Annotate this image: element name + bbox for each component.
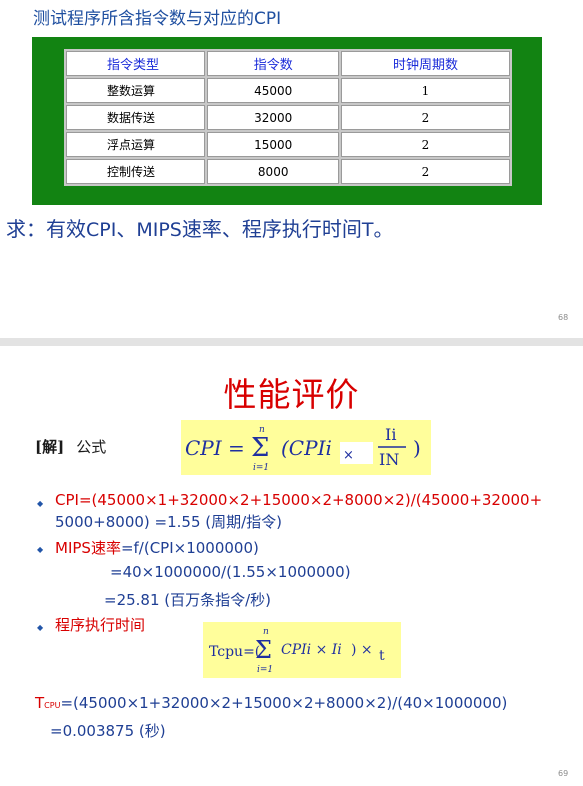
cell-cycles: 2 <box>340 159 510 184</box>
question-text: 求：有效CPI、MIPS速率、程序执行时间T。 <box>6 213 393 242</box>
tcpu-close: ) × <box>351 642 373 658</box>
times-sign: × <box>343 448 354 463</box>
cell-cycles: 2 <box>340 105 510 130</box>
tcpu-t: t <box>379 648 385 664</box>
bullet-icon: ◆ <box>37 623 44 632</box>
question-cpi: CPI <box>86 219 117 241</box>
cell-type: 控制传送 <box>66 159 206 184</box>
tcpu-formula: Tcpu=( n Σ i=1 CPIi × Ii ) × t <box>209 627 385 675</box>
solution-label: [解] <box>35 438 65 456</box>
question-end: 。 <box>373 217 394 241</box>
formula-body: (CPIi <box>281 436 332 460</box>
sum-sign: Σ <box>251 433 269 463</box>
cell-count: 15000 <box>207 132 339 157</box>
question-separator: 、 <box>116 217 137 241</box>
tcpu-label: T <box>35 694 45 712</box>
header-instruction-count: 指令数 <box>207 51 339 76</box>
question-mips: MIPS <box>136 219 182 241</box>
mips-label-rate: 速率 <box>90 539 121 557</box>
mips-formula: =f/(CPI×1000000) <box>120 539 259 557</box>
sum-bottom: i=1 <box>253 463 269 473</box>
table-row: 浮点运算 15000 2 <box>66 132 510 157</box>
table-row: 数据传送 32000 2 <box>66 105 510 130</box>
tcpu-lhs: Tcpu=( <box>209 644 260 660</box>
formula-lhs: CPI = <box>185 436 245 460</box>
question-t: T <box>361 219 374 241</box>
tcpu-line-2: =0.003875 (秒) <box>50 722 166 740</box>
cpi-formula: CPI = n Σ i=1 (CPIi × Ii IN ) <box>185 425 421 473</box>
sum-sign: Σ <box>255 636 272 664</box>
slide-title: 性能评价 <box>223 375 360 414</box>
tcpu-line-1: TCPU=(45000×1+32000×2+15000×2+8000×2)/(4… <box>35 694 507 712</box>
cell-type: 整数运算 <box>66 78 206 103</box>
fraction-denominator: IN <box>379 450 399 469</box>
mips-line-3: =25.81 (百万条指令/秒) <box>104 591 272 609</box>
cell-cycles: 1 <box>340 78 510 103</box>
cpi-line-1: CPI=(45000×1+32000×2+15000×2+8000×2)/(45… <box>55 491 543 509</box>
tcpu-subscript: CPU <box>44 701 61 710</box>
solution-heading: [解] 公式 <box>35 436 106 457</box>
cell-type: 数据传送 <box>66 105 206 130</box>
cell-count: 45000 <box>207 78 339 103</box>
page-number: 69 <box>558 769 569 778</box>
slide-title: 测试程序所含指令数与对应的CPI <box>33 9 282 29</box>
cell-type: 浮点运算 <box>66 132 206 157</box>
exec-time-label: 程序执行时间 <box>55 616 146 634</box>
bullet-icon: ◆ <box>37 545 44 554</box>
header-instruction-type: 指令类型 <box>66 51 206 76</box>
page-number: 68 <box>558 313 569 322</box>
tcpu-formula-box: Tcpu=( n Σ i=1 CPIi × Ii ) × t <box>203 622 401 678</box>
question-rest: 速率、程序执行时间 <box>181 217 362 241</box>
question-prefix: 求：有效 <box>6 217 86 241</box>
mips-label: MIPS <box>55 539 91 557</box>
bullet-icon: ◆ <box>37 499 44 508</box>
tcpu-equation: =(45000×1+32000×2+15000×2+8000×2)/(40×10… <box>60 694 508 712</box>
cpi-formula-box: CPI = n Σ i=1 (CPIi × Ii IN ) <box>181 420 431 475</box>
mips-line-1: MIPS速率=f/(CPI×1000000) <box>55 537 259 558</box>
tcpu-body: CPIi × Ii <box>281 642 342 658</box>
sum-bottom: i=1 <box>257 665 273 675</box>
instruction-table: 指令类型 指令数 时钟周期数 整数运算 45000 1 数据传送 32000 2… <box>64 49 512 186</box>
cpi-line-2: 5000+8000) =1.55 (周期/指令) <box>55 513 283 531</box>
fraction-numerator: Ii <box>385 425 396 444</box>
table-row: 整数运算 45000 1 <box>66 78 510 103</box>
formula-close: ) <box>413 436 421 460</box>
slide-68: 测试程序所含指令数与对应的CPI 指令类型 指令数 时钟周期数 整数运算 450… <box>0 0 583 335</box>
cell-count: 8000 <box>207 159 339 184</box>
cell-cycles: 2 <box>340 132 510 157</box>
header-clock-cycles: 时钟周期数 <box>340 51 510 76</box>
table-header-row: 指令类型 指令数 时钟周期数 <box>66 51 510 76</box>
mips-line-2: =40×1000000/(1.55×1000000) <box>110 563 351 581</box>
slide-divider <box>0 338 583 346</box>
cell-count: 32000 <box>207 105 339 130</box>
table-row: 控制传送 8000 2 <box>66 159 510 184</box>
formula-label: 公式 <box>76 438 107 456</box>
